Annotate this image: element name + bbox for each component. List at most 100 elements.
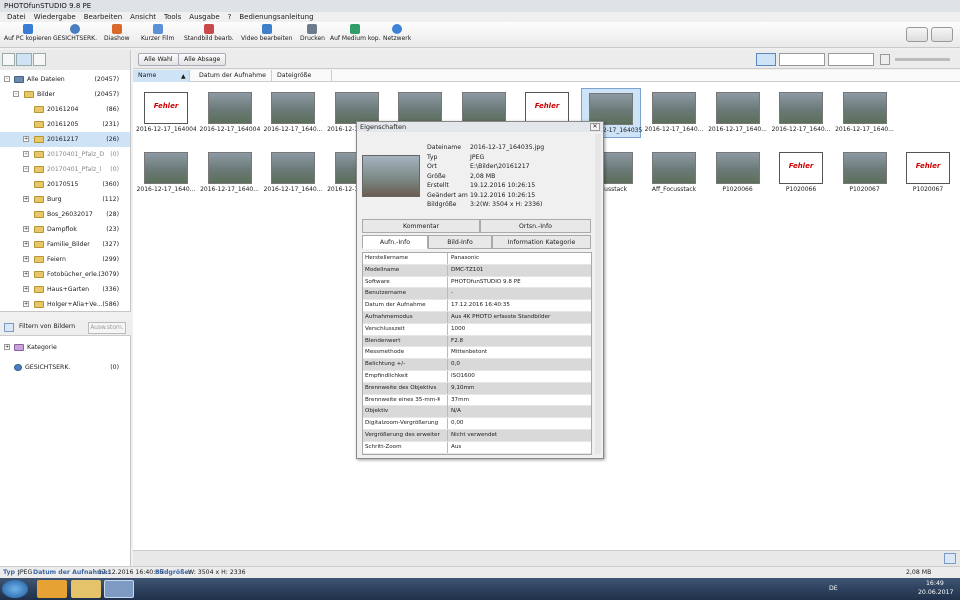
property-row: Objektiv N/A: [363, 406, 591, 419]
edit-still-button[interactable]: Standbild bearb.: [184, 24, 234, 46]
property-value: 19.12.2016 10:26:15: [470, 191, 536, 199]
language-indicator[interactable]: DE: [829, 585, 838, 592]
expand-icon[interactable]: +: [23, 241, 29, 247]
edit-video-button[interactable]: Video bearbeiten: [241, 24, 292, 46]
expand-icon[interactable]: +: [23, 151, 29, 157]
property-row: Blendenwert F2.8: [363, 335, 591, 348]
tree-item-fotobuecher[interactable]: + Fotobücher_erle... (3079): [0, 267, 130, 282]
tree-item-20161205[interactable]: 20161205 (231): [0, 117, 130, 132]
menu-datei[interactable]: Datei: [3, 12, 30, 22]
tree-item-bilder[interactable]: - Bilder (20457): [0, 87, 130, 102]
sort-date[interactable]: Datum der Aufnahme: [194, 70, 272, 82]
folder-view-icon[interactable]: [16, 53, 32, 66]
close-icon[interactable]: ✕: [590, 123, 600, 131]
import-icon[interactable]: [906, 27, 928, 42]
filter-item-category[interactable]: + Kategorie: [0, 340, 131, 355]
tree-item-feiern[interactable]: + Feiern (299): [0, 252, 130, 267]
menu-help[interactable]: ?: [224, 12, 236, 22]
thumbnail-item[interactable]: 2016-12-17_1640...: [708, 88, 768, 138]
tree-item-familie[interactable]: + Familie_Bilder (327): [0, 237, 130, 252]
tab-capture-info[interactable]: Aufn.-Info: [362, 235, 428, 249]
print-button[interactable]: Drucken: [300, 24, 325, 46]
select-all-button[interactable]: Alle Wahl: [138, 53, 179, 66]
thumbnail-label: 2016-12-17_1640...: [644, 126, 704, 133]
menu-ausgabe[interactable]: Ausgabe: [185, 12, 223, 22]
thumbnail-item[interactable]: 2016-12-17_1640...: [136, 148, 196, 198]
thumbnail-item[interactable]: P1020067: [898, 148, 958, 198]
tree-item-20161204[interactable]: 20161204 (86): [0, 102, 130, 117]
menu-tools[interactable]: Tools: [160, 12, 185, 22]
thumbnail-label: 2016-12-17_1640...: [263, 126, 323, 133]
thumbnail-item[interactable]: 2016-12-17_1640...: [835, 88, 895, 138]
tab-category-info[interactable]: Information Kategorie: [492, 235, 591, 249]
start-button[interactable]: [2, 580, 28, 598]
view-select[interactable]: [828, 53, 874, 66]
tree-view-icon[interactable]: [2, 53, 15, 66]
tree-item-bos[interactable]: Bos_26032017 (28): [0, 207, 130, 222]
thumbnail-item[interactable]: 2016-12-17_1640...: [200, 148, 260, 198]
explorer-icon[interactable]: [71, 580, 101, 598]
sort-size[interactable]: Dateigröße: [272, 70, 332, 82]
dialog-scrollbar[interactable]: [595, 134, 601, 454]
expand-icon[interactable]: +: [23, 286, 29, 292]
expand-icon[interactable]: -: [13, 91, 19, 97]
tree-item-burg[interactable]: + Burg (112): [0, 192, 130, 207]
thumbnail-item[interactable]: 2016-12-17_164004: [136, 88, 196, 138]
expand-icon[interactable]: +: [23, 271, 29, 277]
thumbnail-item[interactable]: 2016-12-17_1640...: [771, 88, 831, 138]
deselect-all-button[interactable]: Alle Absage: [178, 53, 227, 66]
cancel-filter-button[interactable]: Ausw.storn.: [88, 322, 126, 334]
thumbnail-item[interactable]: 2016-12-17_1640...: [263, 148, 323, 198]
collapse-icon[interactable]: [4, 323, 14, 332]
menu-wiedergabe[interactable]: Wiedergabe: [30, 12, 80, 22]
expand-icon[interactable]: +: [23, 226, 29, 232]
tree-item-pfalz-i[interactable]: +20170401_Pfalz_I (0): [0, 162, 130, 177]
menu-manual[interactable]: Bedienungsanleitung: [235, 12, 317, 22]
copy-to-media-button[interactable]: Auf Medium kop.: [330, 24, 380, 46]
tab-comment[interactable]: Kommentar: [362, 219, 480, 233]
export-icon[interactable]: [931, 27, 953, 42]
thumbnail-item[interactable]: P1020067: [835, 148, 895, 198]
thumbnail-item[interactable]: 2016-12-17_1640...: [263, 88, 323, 138]
short-movie-button[interactable]: Kurzer Film: [141, 24, 174, 46]
tree-item-holger[interactable]: + Holger+Alia+Ve... (586): [0, 297, 130, 311]
grid-size-icon[interactable]: [880, 54, 890, 65]
frame-select[interactable]: [779, 53, 825, 66]
tree-item-pfalz-d[interactable]: +20170401_Pfalz_D (0): [0, 147, 130, 162]
zoom-slider[interactable]: [895, 58, 950, 61]
tree-item-20170515[interactable]: 20170515 (360): [0, 177, 130, 192]
expand-panel-icon[interactable]: [944, 553, 956, 564]
expand-icon[interactable]: +: [23, 196, 29, 202]
expand-icon[interactable]: +: [23, 256, 29, 262]
expand-icon[interactable]: +: [23, 301, 29, 307]
network-button[interactable]: Netzwerk: [383, 24, 411, 46]
menu-bearbeiten[interactable]: Bearbeiten: [80, 12, 126, 22]
photofunstudio-task-icon[interactable]: [104, 580, 134, 598]
expand-icon[interactable]: +: [23, 136, 29, 142]
tab-image-info[interactable]: Bild-Info: [428, 235, 492, 249]
tree-item-dampflok[interactable]: + Dampflok (23): [0, 222, 130, 237]
slideshow-button[interactable]: Diashow: [104, 24, 129, 46]
tab-location-info[interactable]: Ortsn.-Info: [480, 219, 591, 233]
filter-item-face[interactable]: GESICHTSERK. (0): [0, 360, 131, 375]
thumbnail-item[interactable]: 2016-12-17_1640...: [644, 88, 704, 138]
expand-icon[interactable]: +: [23, 166, 29, 172]
thumbnail-view-icon[interactable]: [756, 53, 776, 66]
thumbnail-item[interactable]: P1020066: [708, 148, 768, 198]
menu-ansicht[interactable]: Ansicht: [126, 12, 160, 22]
face-recognition-button[interactable]: GESICHTSERK.: [53, 24, 97, 46]
thumbnail-item[interactable]: 2016-12-17_164004: [200, 88, 260, 138]
thumbnail-item[interactable]: Aff_Focusstack: [644, 148, 704, 198]
tree-item-20161217[interactable]: +20161217 (26): [0, 132, 130, 147]
tree-item-haus-garten[interactable]: + Haus+Garten (336): [0, 282, 130, 297]
expand-icon[interactable]: +: [4, 344, 10, 350]
expand-icon[interactable]: -: [4, 76, 10, 82]
tree-item-all-files[interactable]: - Alle Dateien (20457): [0, 72, 130, 87]
drive-icon: [14, 75, 24, 83]
copy-to-pc-button[interactable]: Auf PC kopieren: [4, 24, 52, 46]
media-view-icon[interactable]: [33, 53, 46, 66]
media-player-icon[interactable]: [37, 580, 67, 598]
thumbnail-item[interactable]: P1020066: [771, 148, 831, 198]
status-filesize: 2,08 MB: [906, 569, 932, 576]
property-value: F2.8: [447, 335, 463, 347]
